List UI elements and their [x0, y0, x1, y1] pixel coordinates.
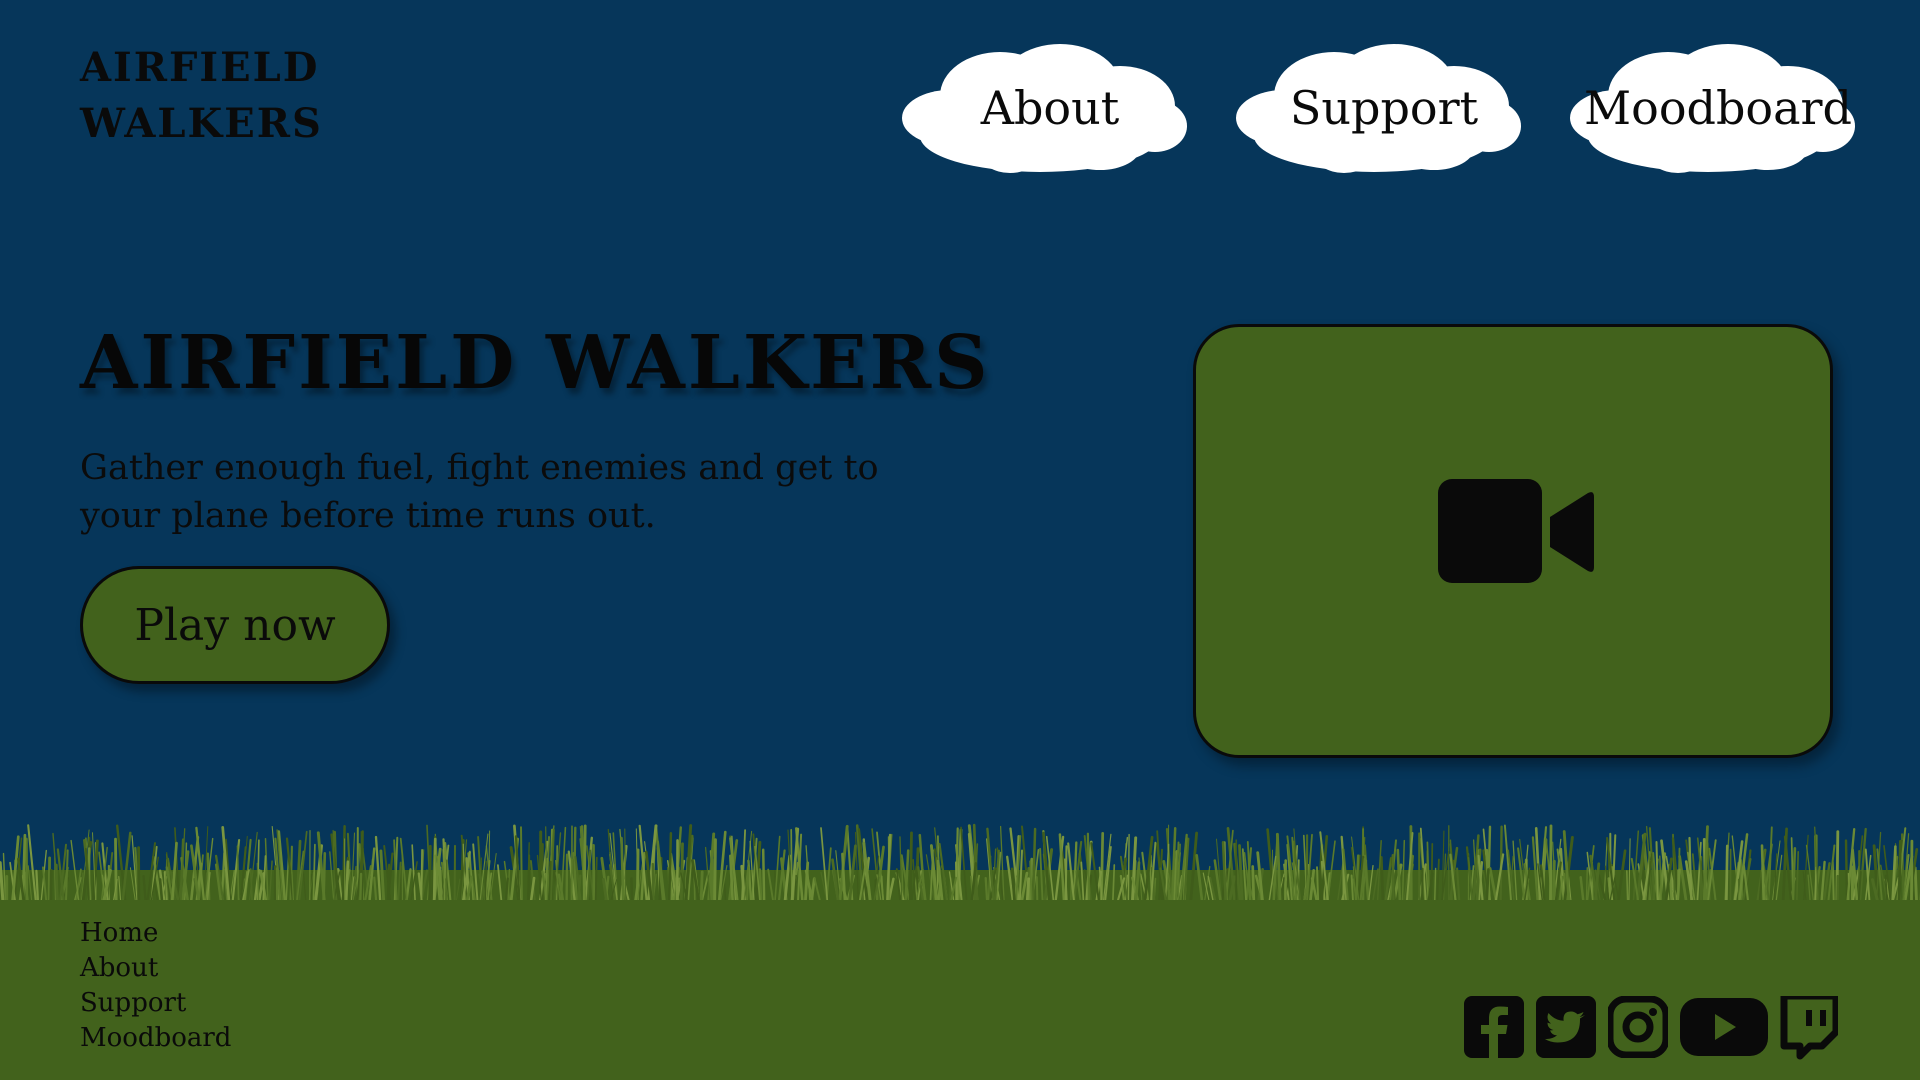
footer-link-home[interactable]: Home	[80, 916, 380, 951]
facebook-icon	[1464, 996, 1524, 1058]
nav-item-label: Moodboard	[1584, 81, 1852, 135]
video-camera-icon	[1438, 479, 1594, 583]
main-nav: About Support Moodboard	[890, 38, 1860, 178]
nav-item-label: About	[980, 81, 1120, 135]
hero-title: AIRFIELD WALKERS	[80, 320, 991, 406]
twitch-link[interactable]	[1778, 996, 1838, 1060]
logo-line-1: AIRFIELD	[80, 44, 320, 91]
hero-description: Gather enough fuel, fight enemies and ge…	[80, 448, 879, 536]
nav-item-support[interactable]: Support	[1224, 38, 1524, 178]
twitter-link[interactable]	[1536, 996, 1596, 1060]
nav-item-label: Support	[1289, 81, 1479, 135]
footer-link-support[interactable]: Support	[80, 986, 380, 1021]
grass-strip	[0, 823, 1920, 910]
youtube-icon	[1680, 998, 1768, 1056]
footer-nav: Home About Support Moodboard	[80, 916, 380, 1056]
youtube-link[interactable]	[1680, 996, 1768, 1060]
logo-line-2: WALKERS	[80, 100, 323, 147]
page: AIRFIELD WALKERS About Support Moodboard…	[0, 0, 1920, 1080]
footer-link-about[interactable]: About	[80, 951, 380, 986]
play-now-button[interactable]: Play now	[80, 566, 390, 684]
footer-link-moodboard[interactable]: Moodboard	[80, 1021, 380, 1056]
instagram-link[interactable]	[1608, 996, 1668, 1060]
site-logo[interactable]: AIRFIELD WALKERS	[80, 40, 380, 152]
social-links	[1464, 996, 1844, 1060]
twitter-icon	[1536, 996, 1596, 1058]
twitch-icon	[1780, 996, 1838, 1060]
instagram-icon	[1608, 996, 1668, 1058]
facebook-link[interactable]	[1464, 996, 1524, 1060]
video-player[interactable]	[1193, 324, 1833, 758]
nav-item-moodboard[interactable]: Moodboard	[1558, 38, 1858, 178]
nav-item-about[interactable]: About	[890, 38, 1190, 178]
